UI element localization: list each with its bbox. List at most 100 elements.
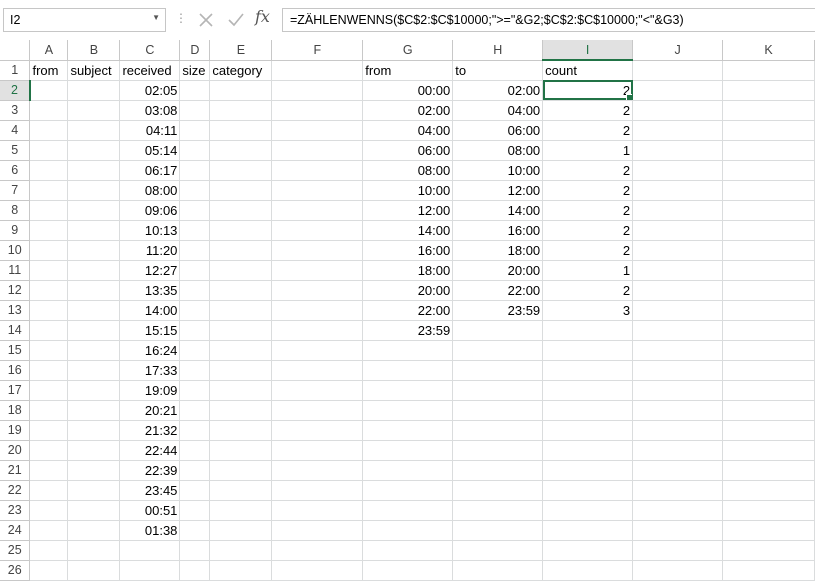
cell-b3[interactable] — [67, 99, 121, 121]
cell-h21[interactable] — [452, 459, 544, 481]
cell-f8[interactable] — [271, 199, 364, 221]
cell-b4[interactable] — [67, 119, 121, 141]
cell-e17[interactable] — [209, 379, 273, 401]
cell-c15[interactable]: 16:24 — [119, 339, 181, 361]
cell-j2[interactable] — [632, 79, 724, 101]
cell-k12[interactable] — [722, 279, 815, 301]
cell-a24[interactable] — [29, 519, 69, 541]
cell-i3[interactable]: 2 — [542, 99, 634, 121]
cell-j5[interactable] — [632, 139, 724, 161]
cell-a13[interactable] — [29, 299, 69, 321]
cell-k3[interactable] — [722, 99, 815, 121]
cell-c1[interactable]: received — [119, 59, 181, 81]
cell-b21[interactable] — [67, 459, 121, 481]
cell-i2[interactable]: 2 — [542, 79, 634, 101]
cell-d25[interactable] — [179, 539, 211, 561]
cell-h19[interactable] — [452, 419, 544, 441]
cell-f26[interactable] — [271, 559, 364, 581]
row-header[interactable]: 24 — [0, 519, 31, 541]
cell-d12[interactable] — [179, 279, 211, 301]
cell-f13[interactable] — [271, 299, 364, 321]
cell-f6[interactable] — [271, 159, 364, 181]
cell-k15[interactable] — [722, 339, 815, 361]
cell-j22[interactable] — [632, 479, 724, 501]
cell-g11[interactable]: 18:00 — [362, 259, 454, 281]
row-header[interactable]: 19 — [0, 419, 31, 441]
cell-j19[interactable] — [632, 419, 724, 441]
cell-h5[interactable]: 08:00 — [452, 139, 544, 161]
cell-e5[interactable] — [209, 139, 273, 161]
cell-j1[interactable] — [632, 59, 724, 81]
cell-k23[interactable] — [722, 499, 815, 521]
cell-g9[interactable]: 14:00 — [362, 219, 454, 241]
cell-g1[interactable]: from — [362, 59, 454, 81]
cell-h16[interactable] — [452, 359, 544, 381]
cell-f21[interactable] — [271, 459, 364, 481]
formula-input[interactable]: =ZÄHLENWENNS($C$2:$C$10000;">="&G2;$C$2:… — [282, 8, 815, 32]
cell-k17[interactable] — [722, 379, 815, 401]
cell-j4[interactable] — [632, 119, 724, 141]
row-header[interactable]: 10 — [0, 239, 31, 261]
cell-e21[interactable] — [209, 459, 273, 481]
cell-j10[interactable] — [632, 239, 724, 261]
cell-f11[interactable] — [271, 259, 364, 281]
cell-d24[interactable] — [179, 519, 211, 541]
cell-b9[interactable] — [67, 219, 121, 241]
cell-a23[interactable] — [29, 499, 69, 521]
cell-g7[interactable]: 10:00 — [362, 179, 454, 201]
column-header-c[interactable]: C — [119, 40, 181, 61]
cell-b24[interactable] — [67, 519, 121, 541]
cell-i16[interactable] — [542, 359, 634, 381]
cell-i21[interactable] — [542, 459, 634, 481]
cell-j14[interactable] — [632, 319, 724, 341]
cell-e16[interactable] — [209, 359, 273, 381]
cell-d4[interactable] — [179, 119, 211, 141]
name-box[interactable]: I2 ▼ — [3, 8, 166, 32]
cell-d21[interactable] — [179, 459, 211, 481]
cell-b23[interactable] — [67, 499, 121, 521]
cell-e4[interactable] — [209, 119, 273, 141]
cell-k1[interactable] — [722, 59, 815, 81]
cell-e25[interactable] — [209, 539, 273, 561]
cell-h6[interactable]: 10:00 — [452, 159, 544, 181]
cell-i17[interactable] — [542, 379, 634, 401]
cell-d8[interactable] — [179, 199, 211, 221]
cell-g14[interactable]: 23:59 — [362, 319, 454, 341]
close-icon[interactable] — [196, 9, 216, 31]
cell-d10[interactable] — [179, 239, 211, 261]
cell-e23[interactable] — [209, 499, 273, 521]
row-header[interactable]: 15 — [0, 339, 31, 361]
cell-d26[interactable] — [179, 559, 211, 581]
cell-k20[interactable] — [722, 439, 815, 461]
cell-a21[interactable] — [29, 459, 69, 481]
cell-k8[interactable] — [722, 199, 815, 221]
cell-i26[interactable] — [542, 559, 634, 581]
cell-h14[interactable] — [452, 319, 544, 341]
cell-j16[interactable] — [632, 359, 724, 381]
fx-icon[interactable]: fx — [255, 7, 270, 26]
cell-a17[interactable] — [29, 379, 69, 401]
cell-e7[interactable] — [209, 179, 273, 201]
cell-e22[interactable] — [209, 479, 273, 501]
row-header[interactable]: 3 — [0, 99, 31, 121]
cell-h4[interactable]: 06:00 — [452, 119, 544, 141]
cell-d3[interactable] — [179, 99, 211, 121]
cell-h22[interactable] — [452, 479, 544, 501]
row-header[interactable]: 7 — [0, 179, 31, 201]
row-header[interactable]: 20 — [0, 439, 31, 461]
cell-f4[interactable] — [271, 119, 364, 141]
row-header[interactable]: 11 — [0, 259, 31, 281]
cell-f23[interactable] — [271, 499, 364, 521]
row-header[interactable]: 12 — [0, 279, 31, 301]
cell-e11[interactable] — [209, 259, 273, 281]
cell-k7[interactable] — [722, 179, 815, 201]
cell-c23[interactable]: 00:51 — [119, 499, 181, 521]
cell-k16[interactable] — [722, 359, 815, 381]
cell-i24[interactable] — [542, 519, 634, 541]
row-header[interactable]: 22 — [0, 479, 31, 501]
cell-a15[interactable] — [29, 339, 69, 361]
cell-i1[interactable]: count — [542, 59, 634, 81]
cell-a6[interactable] — [29, 159, 69, 181]
cell-g10[interactable]: 16:00 — [362, 239, 454, 261]
cell-b17[interactable] — [67, 379, 121, 401]
